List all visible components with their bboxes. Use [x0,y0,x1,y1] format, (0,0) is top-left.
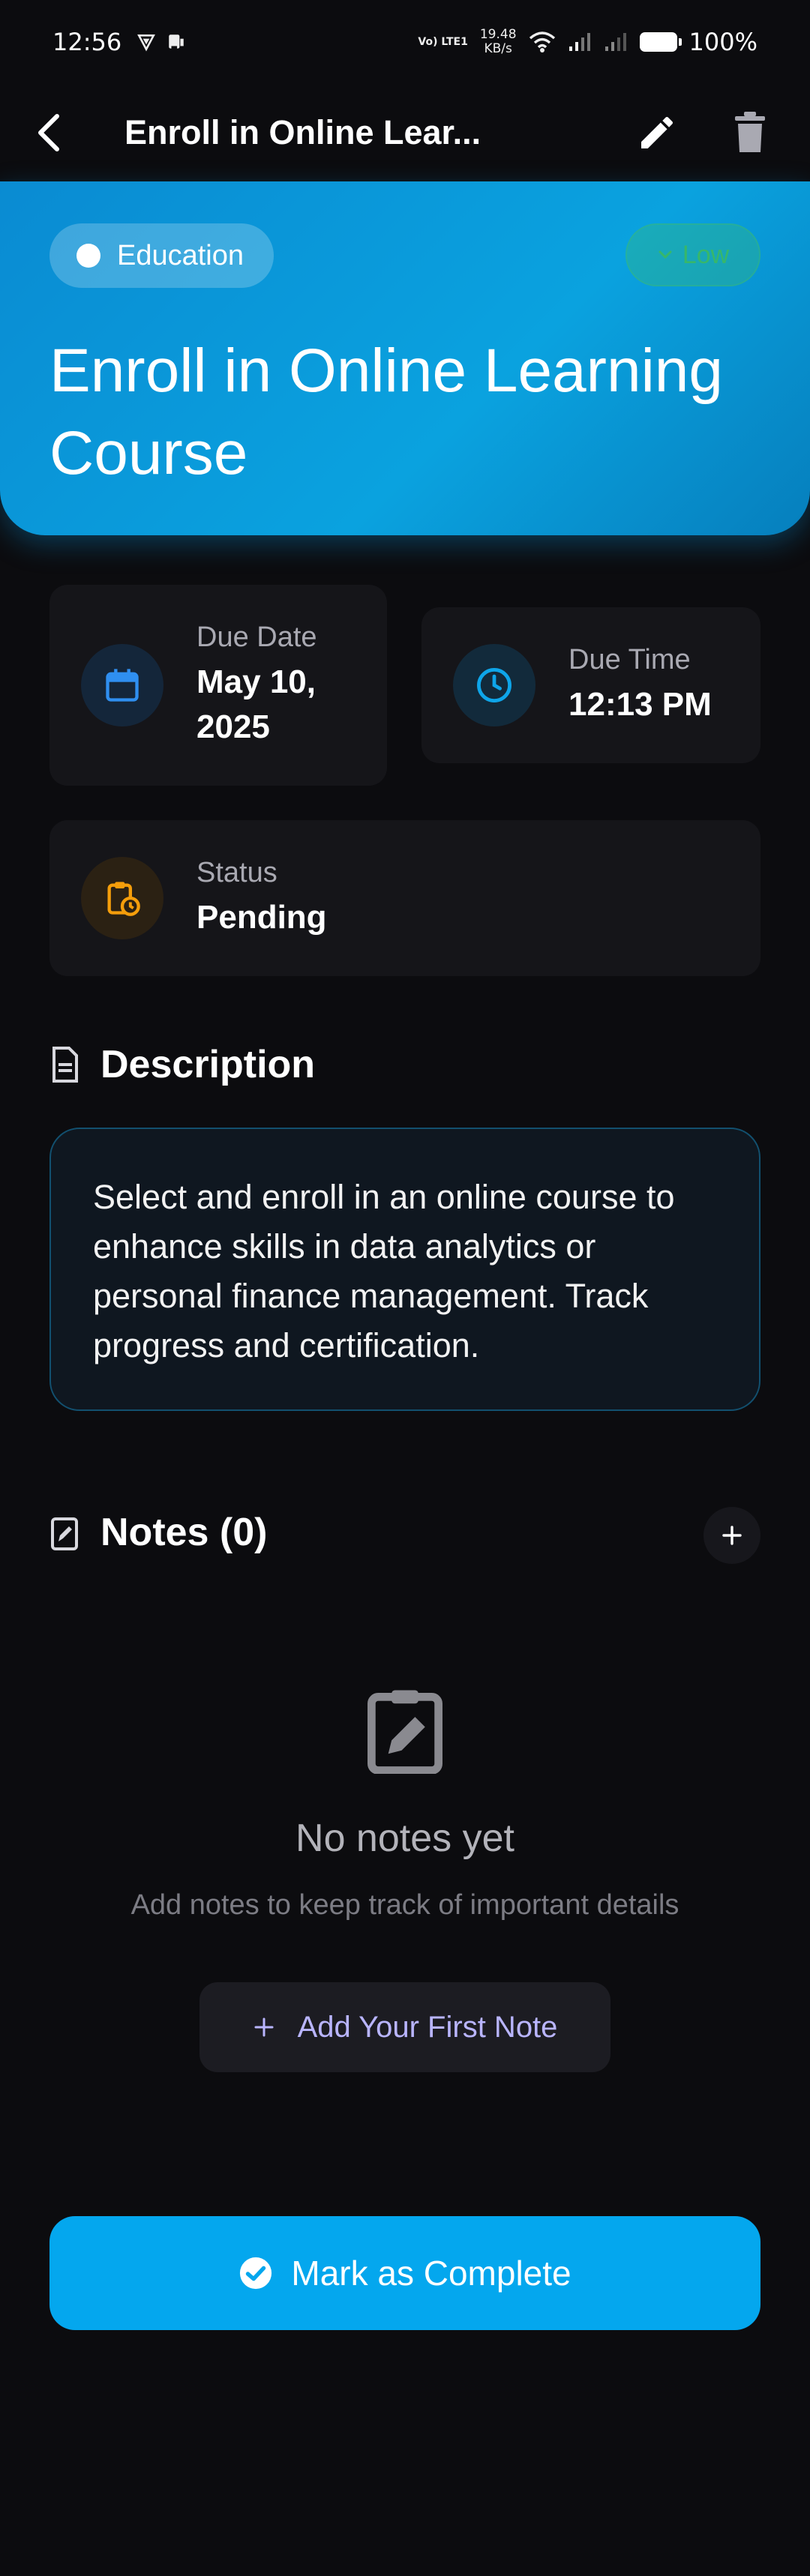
due-date-value: May 10, 2025 [196,663,316,745]
calendar-icon-wrap [81,644,164,726]
add-first-note-label: Add Your First Note [297,2010,558,2044]
pending-clipboard-icon [107,882,140,916]
battery-icon [639,32,682,52]
empty-notes-subtitle: Add notes to keep track of important det… [130,1889,680,1921]
notes-empty-state [0,1687,810,1777]
chevron-down-icon [658,250,672,259]
empty-subtitle-wrap: Add notes to keep track of important det… [0,1889,810,1922]
app-bar: Enroll in Online Lear... [0,84,810,181]
status-right-icons: Vo) LTE1 19.48 KB/s 100% [418,27,758,57]
mark-complete-label: Mark as Complete [291,2254,572,2293]
due-time-card: Due Time 12:13 PM [422,607,760,763]
priority-chip[interactable]: Low [626,223,760,286]
trash-icon [735,112,765,152]
notes-header: Notes (0) [50,1510,267,1555]
note-edit-icon [51,1517,78,1550]
status-label: Status [196,856,278,888]
status-notification-icons [136,32,186,52]
category-label: Education [117,239,244,271]
status-bar: 12:56 Vo) LTE1 19.48 KB/s 100% [0,0,810,84]
check-circle-icon [240,2257,272,2290]
volte-indicator: Vo) LTE1 [418,35,468,48]
task-title: Enroll in Online Learning Course [50,337,723,487]
plus-icon [722,1526,742,1545]
add-first-note-button[interactable]: Add Your First Note [200,1982,610,2072]
notes-heading: Notes (0) [100,1511,268,1554]
status-time: 12:56 [52,28,122,56]
clipboard-edit-icon [368,1690,442,1775]
page-title: Enroll in Online Lear... [124,113,482,151]
back-button[interactable] [34,112,64,154]
add-note-button[interactable] [704,1507,760,1564]
mark-complete-button[interactable]: Mark as Complete [50,2216,760,2330]
calendar-icon [106,669,139,702]
priority-label: Low [682,240,730,269]
description-header: Description [50,1042,315,1087]
vpn-shield-icon [137,34,156,52]
back-arrow-icon [38,114,59,151]
description-text: Select and enroll in an online course to… [93,1178,675,1364]
description-heading: Description [100,1043,316,1086]
app-notification-icon [169,34,184,49]
status-card: Status Pending [50,820,760,976]
due-date-label: Due Date [196,621,317,653]
due-time-value: 12:13 PM [568,685,712,723]
plus-icon [254,2017,274,2037]
document-icon [52,1047,78,1083]
clock-icon [477,668,512,702]
clock-icon-wrap [453,644,536,726]
pencil-icon [641,116,674,148]
wifi-icon [529,31,555,52]
due-date-card: Due Date May 10, 2025 [50,585,387,786]
description-card: Select and enroll in an online course to… [50,1128,760,1411]
empty-notes-title: No notes yet [296,1817,514,1860]
battery-percent: 100% [688,28,758,56]
task-header-card: Education Low Enroll in Online Learning … [0,181,810,535]
signal-sim2-icon [604,33,626,51]
edit-button[interactable] [636,112,678,154]
due-time-label: Due Time [568,643,691,675]
category-chip: Education [50,223,274,288]
network-speed: 19.48 KB/s [479,27,517,56]
category-dot-icon [76,244,100,268]
status-value: Pending [196,898,327,936]
empty-title-wrap: No notes yet [0,1816,810,1861]
pending-icon-wrap [81,857,164,939]
signal-sim1-icon [568,33,590,51]
delete-button[interactable] [732,112,768,154]
